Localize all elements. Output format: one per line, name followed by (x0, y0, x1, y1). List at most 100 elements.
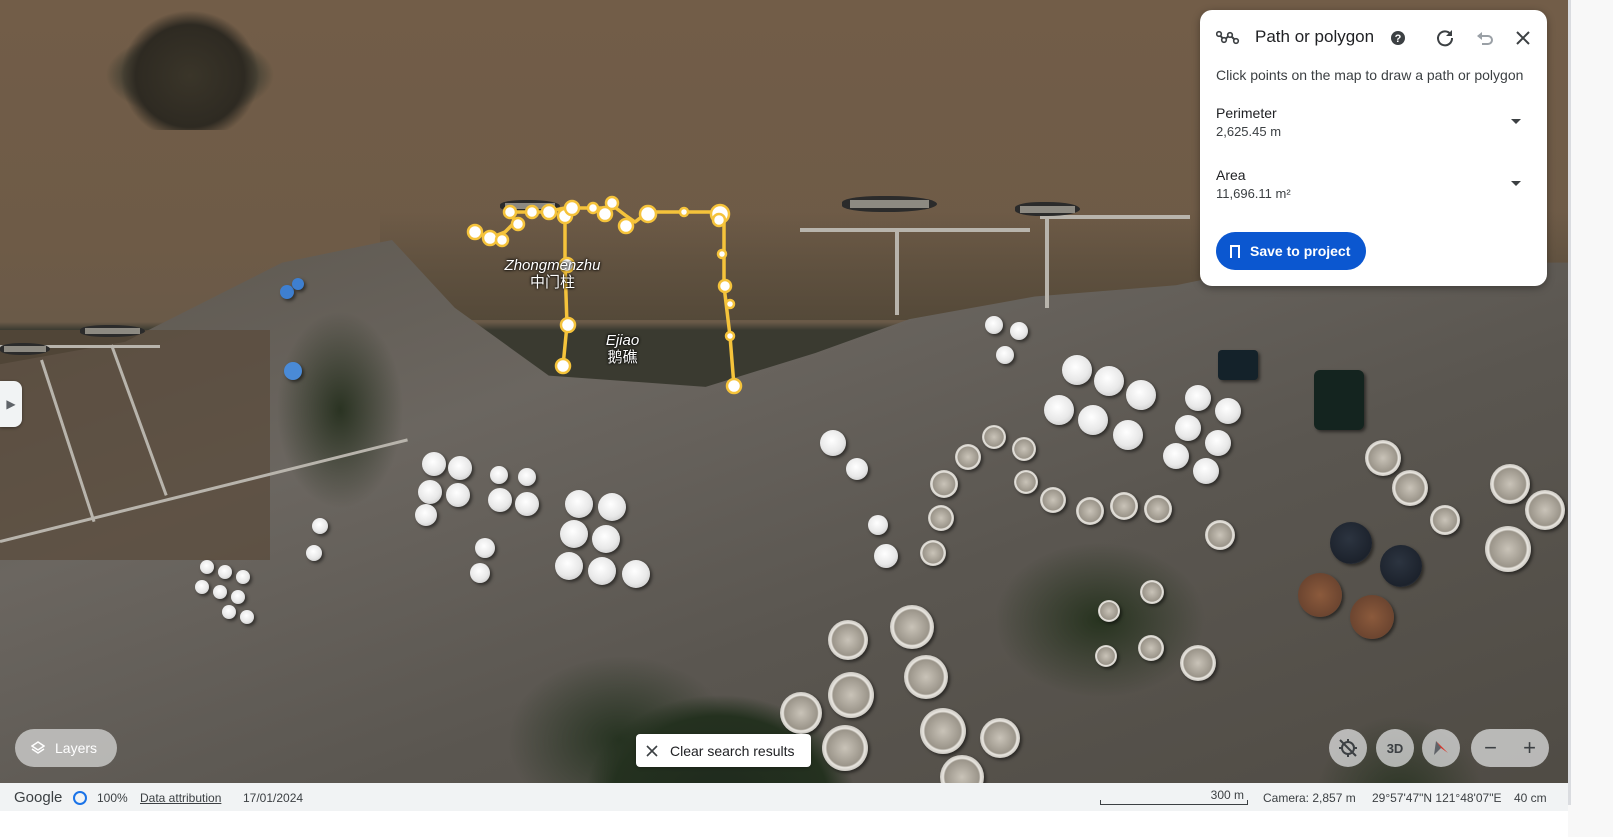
jetty (895, 230, 899, 315)
status-bar: Google 100% Data attribution 17/01/2024 … (0, 783, 1568, 811)
storage-tank (1040, 487, 1066, 513)
storage-tank (1010, 322, 1028, 340)
storage-tank (422, 452, 446, 476)
storage-tank (236, 570, 250, 584)
help-icon[interactable]: ? (1386, 26, 1410, 50)
resolution: 40 cm (1514, 791, 1547, 805)
storage-tank (1095, 645, 1117, 667)
storage-tank (1076, 497, 1104, 525)
measure-panel: Path or polygon ? Click points on the ma… (1200, 10, 1547, 286)
reservoir (1218, 350, 1258, 380)
storage-tank (490, 466, 508, 484)
coordinates: 29°57'47"N 121°48'07"E (1372, 791, 1502, 805)
refresh-icon[interactable] (1433, 26, 1457, 50)
chevron-right-icon: ▶ (6, 397, 16, 411)
storage-tank (1098, 600, 1120, 622)
storage-tank (1205, 520, 1235, 550)
storage-tank (284, 362, 302, 380)
place-name-zh: 中门柱 (529, 274, 575, 291)
save-to-project-button[interactable]: Save to project (1216, 232, 1366, 270)
camera-altitude: Camera: 2,857 m (1263, 791, 1356, 805)
undo-icon[interactable] (1473, 26, 1497, 50)
storage-tank (1110, 492, 1138, 520)
vertex-marker[interactable] (724, 330, 736, 342)
storage-tank (1215, 398, 1241, 424)
scrollbar-thumb[interactable] (1568, 0, 1571, 805)
vertex-marker[interactable] (559, 316, 577, 334)
storage-tank (982, 425, 1006, 449)
close-icon (646, 744, 658, 757)
compass-button[interactable] (1422, 729, 1460, 767)
bookmark-icon (1230, 244, 1240, 262)
data-attribution-link[interactable]: Data attribution (140, 791, 221, 805)
storage-tank (822, 725, 868, 771)
area-label: Area (1216, 167, 1246, 183)
storage-tank (985, 316, 1003, 334)
storage-tank (518, 468, 536, 486)
imagery-date: 17/01/2024 (243, 791, 304, 805)
storage-tank (213, 585, 227, 599)
place-name: Ejiao (605, 332, 640, 349)
storage-tank (920, 708, 966, 754)
vertex-marker[interactable] (554, 357, 572, 375)
perimeter-row[interactable]: Perimeter 2,625.45 m (1216, 105, 1531, 149)
storage-tank (1144, 495, 1172, 523)
storage-tank (1113, 420, 1143, 450)
location-off-icon (1339, 739, 1357, 757)
storage-tank (292, 278, 304, 290)
caret-down-icon[interactable] (1511, 181, 1521, 186)
storage-tank (195, 580, 209, 594)
panel-title: Path or polygon (1255, 27, 1375, 46)
area-value: 11,696.11 m² (1216, 186, 1291, 201)
layers-button[interactable]: Layers (15, 729, 117, 767)
google-logo: Google (14, 789, 63, 806)
jetty (1040, 215, 1190, 219)
zoom-out-button[interactable]: − (1484, 735, 1497, 761)
storage-tank (1126, 380, 1156, 410)
close-icon[interactable] (1511, 26, 1535, 50)
storage-tank (1193, 458, 1219, 484)
caret-down-icon[interactable] (1511, 119, 1521, 124)
jetty (1045, 218, 1049, 308)
loading-ring-icon (73, 791, 87, 805)
scrollbar[interactable] (1568, 0, 1613, 837)
place-label[interactable]: Ejiao 鹅礁 (595, 332, 650, 366)
ship (842, 196, 937, 212)
storage-tank (1298, 573, 1342, 617)
storage-tank (1365, 440, 1401, 476)
storage-tank (1012, 437, 1036, 461)
storage-tank (231, 590, 245, 604)
storage-tank (1430, 505, 1460, 535)
area-row[interactable]: Area 11,696.11 m² (1216, 167, 1531, 211)
location-off-button[interactable] (1329, 729, 1367, 767)
storage-tank (555, 552, 583, 580)
perimeter-label: Perimeter (1216, 105, 1277, 121)
expand-sidebar-button[interactable]: ▶ (0, 381, 22, 427)
storage-tank (515, 492, 539, 516)
storage-tank (312, 518, 328, 534)
storage-tank (1350, 595, 1394, 639)
clear-search-results-button[interactable]: Clear search results (636, 734, 811, 767)
storage-tank (868, 515, 888, 535)
island (120, 10, 260, 130)
storage-tank (415, 504, 437, 526)
storage-tank (1078, 405, 1108, 435)
3d-label: 3D (1386, 740, 1404, 756)
storage-tank (306, 545, 322, 561)
storage-tank (930, 470, 958, 498)
storage-tank (1525, 490, 1565, 530)
storage-tank (874, 544, 898, 568)
storage-tank (820, 430, 846, 456)
storage-tank (240, 610, 254, 624)
place-label[interactable]: Zhongmenzhu 中门柱 (495, 257, 610, 291)
storage-tank (622, 560, 650, 588)
storage-tank (1140, 580, 1164, 604)
storage-tank (904, 655, 948, 699)
scale-bar[interactable]: 300 m (1100, 785, 1248, 805)
ship (80, 325, 145, 337)
layers-label: Layers (55, 740, 98, 756)
storage-tank (475, 538, 495, 558)
zoom-in-button[interactable]: + (1523, 735, 1536, 761)
vertex-marker[interactable] (604, 195, 620, 211)
3d-toggle-button[interactable]: 3D (1376, 729, 1414, 767)
